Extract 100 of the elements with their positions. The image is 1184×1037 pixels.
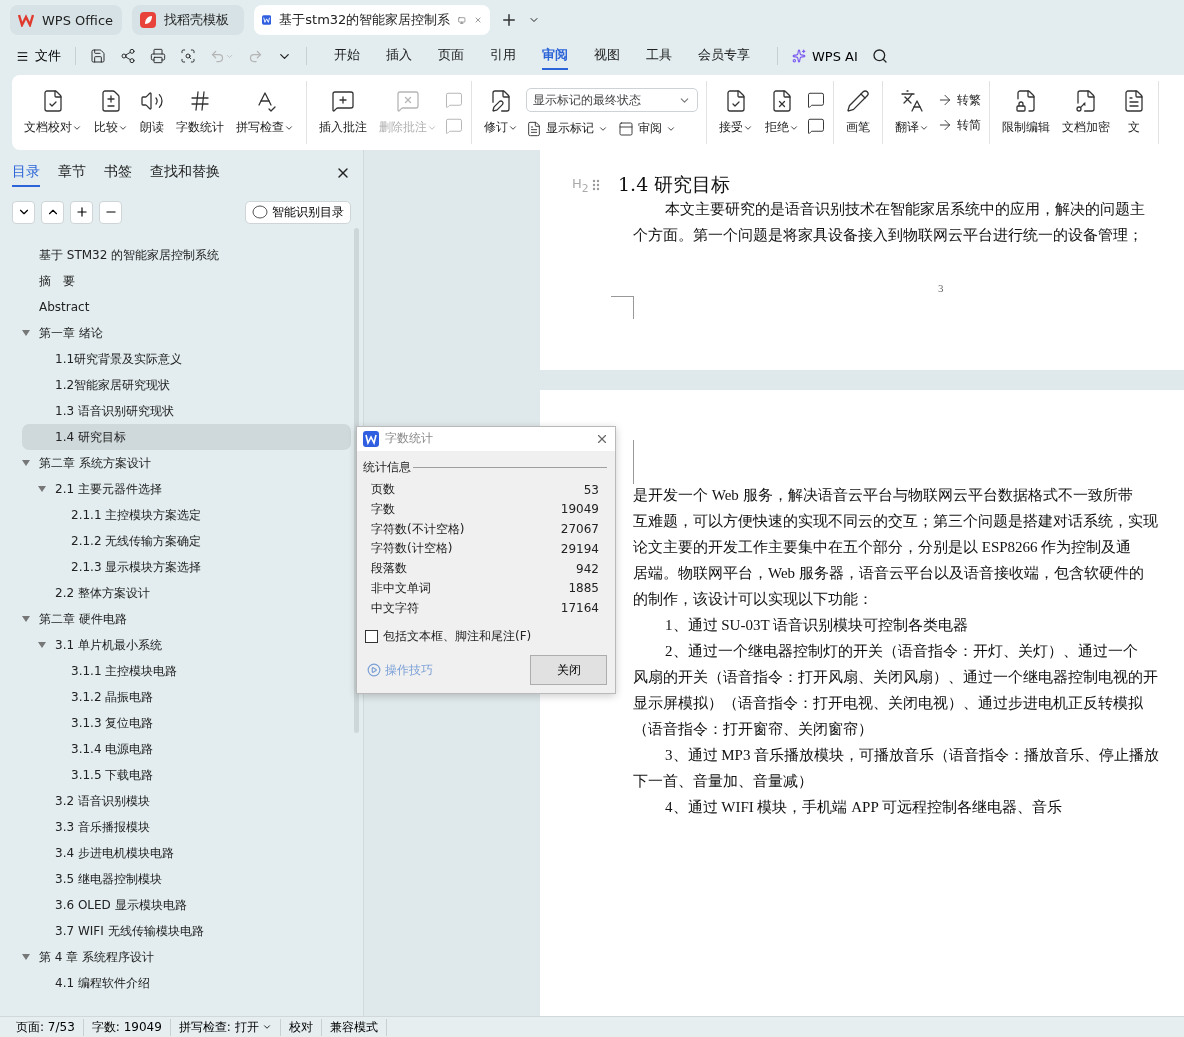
toc-item[interactable]: 3.7 WIFI 无线传输模块电路 bbox=[22, 918, 351, 944]
toc-item[interactable]: 2.1.2 无线传输方案确定 bbox=[22, 528, 351, 554]
ribbon-button[interactable]: 修订 bbox=[480, 87, 522, 138]
toc-item[interactable]: 2.1.1 主控模块方案选定 bbox=[22, 502, 351, 528]
status-item[interactable]: 字数: 19049 bbox=[83, 1018, 171, 1036]
markup-select[interactable]: 显示标记的最终状态 bbox=[526, 88, 698, 112]
toc-item[interactable]: 1.3 语音识别研究现状 bbox=[22, 398, 351, 424]
ribbon-button[interactable]: 文 bbox=[1118, 87, 1150, 138]
stat-label: 字符数(计空格) bbox=[371, 540, 453, 558]
toc-item[interactable]: 3.4 步进电机模块电路 bbox=[22, 840, 351, 866]
toc-item[interactable]: 基于 STM32 的智能家居控制系统 bbox=[22, 242, 351, 268]
ribbon-button[interactable]: 翻译 bbox=[891, 87, 933, 138]
comment-nav-button[interactable] bbox=[807, 116, 825, 135]
status-item[interactable]: 校对 bbox=[280, 1018, 322, 1036]
ribbon-button[interactable]: 接受 bbox=[715, 87, 757, 138]
smart-toc-button[interactable]: 智能识别目录 bbox=[245, 200, 351, 224]
ribbon-button[interactable]: 文档校对 bbox=[20, 87, 86, 138]
toc-item[interactable]: 2.1 主要元器件选择 bbox=[22, 476, 351, 502]
ribbon-button[interactable]: 朗读 bbox=[136, 87, 168, 138]
comment-icon bbox=[445, 116, 463, 135]
remove-level-button[interactable] bbox=[99, 200, 122, 224]
add-level-button[interactable] bbox=[70, 200, 93, 224]
paragraph-line: 风扇的开关（语音指令：打开风扇、关闭风扇）、通过一个继电器控制电视的开 bbox=[633, 668, 1158, 687]
toc-item[interactable]: 3.6 OLED 显示模块电路 bbox=[22, 892, 351, 918]
toc-item[interactable]: 1.2智能家居研究现状 bbox=[22, 372, 351, 398]
collapse-button[interactable] bbox=[12, 200, 35, 224]
toc-item[interactable]: 3.1 单片机最小系统 bbox=[22, 632, 351, 658]
file-menu[interactable]: 文件 bbox=[16, 47, 61, 65]
ribbon-tab[interactable]: 引用 bbox=[490, 42, 516, 70]
toc-item[interactable]: 第一章 绪论 bbox=[22, 320, 351, 346]
ribbon-button[interactable]: 字数统计 bbox=[172, 87, 228, 138]
toc-item[interactable]: 3.1.1 主控模块电路 bbox=[22, 658, 351, 684]
ai-button[interactable]: WPS AI bbox=[792, 48, 858, 64]
ribbon-tab[interactable]: 会员专享 bbox=[698, 42, 750, 70]
panel-tab[interactable]: 书签 bbox=[104, 159, 132, 187]
panel-tab[interactable]: 章节 bbox=[58, 159, 86, 187]
document-tab[interactable]: WPS Office bbox=[10, 5, 122, 35]
toc-item[interactable]: Abstract bbox=[22, 294, 351, 320]
search-icon[interactable] bbox=[871, 48, 888, 64]
ribbon-button[interactable]: 插入批注 bbox=[315, 87, 371, 138]
ribbon-button[interactable]: 限制编辑 bbox=[998, 87, 1054, 138]
comment-nav-button[interactable] bbox=[807, 90, 825, 109]
toc-item[interactable]: 第二章 系统方案设计 bbox=[22, 450, 351, 476]
checkbox[interactable] bbox=[365, 629, 378, 643]
ribbon-button[interactable]: 文档加密 bbox=[1058, 87, 1114, 138]
document-tab[interactable]: 找稻壳模板 bbox=[132, 5, 244, 35]
ribbon-button[interactable]: 画笔 bbox=[842, 87, 874, 138]
comment-x-icon bbox=[396, 89, 420, 113]
ribbon-tab[interactable]: 审阅 bbox=[542, 42, 568, 70]
status-item[interactable]: 拼写检查: 打开 bbox=[170, 1018, 281, 1036]
toc-item[interactable]: 3.3 音乐播报模块 bbox=[22, 814, 351, 840]
ribbon-button[interactable]: 比较 bbox=[90, 87, 132, 138]
ribbon-tab[interactable]: 视图 bbox=[594, 42, 620, 70]
panel-tab[interactable]: 查找和替换 bbox=[150, 159, 220, 187]
ribbon-tab[interactable]: 页面 bbox=[438, 42, 464, 70]
toc-item[interactable]: 4.1 编程软件介绍 bbox=[22, 970, 351, 996]
expand-triangle-icon[interactable] bbox=[38, 641, 46, 649]
toc-item[interactable]: 1.4 研究目标 bbox=[22, 424, 351, 450]
status-item[interactable]: 页面: 7/53 bbox=[8, 1018, 84, 1036]
stat-value: 53 bbox=[583, 482, 599, 497]
share-icon[interactable] bbox=[120, 48, 136, 64]
expand-triangle-icon[interactable] bbox=[38, 485, 46, 493]
close-button[interactable]: 关闭 bbox=[530, 655, 607, 685]
toc-item[interactable]: 3.1.2 晶振电路 bbox=[22, 684, 351, 710]
paragraph-line: 是开发一个 Web 服务，解决语音云平台与物联网云平台数据格式不一致所带 bbox=[633, 486, 1133, 505]
ribbon-button[interactable]: 转简 bbox=[937, 116, 981, 134]
ribbon-tab[interactable]: 工具 bbox=[646, 42, 672, 70]
toc-item[interactable]: 3.5 继电器控制模块 bbox=[22, 866, 351, 892]
ribbon-button[interactable]: 拒绝 bbox=[761, 87, 803, 138]
toc-item[interactable]: 3.1.5 下载电路 bbox=[22, 762, 351, 788]
document-check-icon bbox=[724, 89, 748, 113]
toc-item[interactable]: 2.1.3 显示模块方案选择 bbox=[22, 554, 351, 580]
ribbon-button[interactable]: 显示标记 bbox=[526, 120, 608, 137]
expand-triangle-icon[interactable] bbox=[22, 459, 30, 467]
print-icon[interactable] bbox=[150, 48, 166, 64]
toc-item[interactable]: 3.1.4 电源电路 bbox=[22, 736, 351, 762]
expand-button[interactable] bbox=[41, 200, 64, 224]
ribbon-button[interactable]: 拼写检查 bbox=[232, 87, 298, 138]
print-preview-icon[interactable] bbox=[180, 48, 196, 64]
toc-item[interactable]: 第二章 硬件电路 bbox=[22, 606, 351, 632]
expand-triangle-icon[interactable] bbox=[22, 329, 30, 337]
ribbon-button[interactable]: 转繁 bbox=[937, 91, 981, 109]
document-tab[interactable]: 基于stm32的智能家居控制系 bbox=[254, 5, 490, 35]
toc-item[interactable]: 2.2 整体方案设计 bbox=[22, 580, 351, 606]
drag-handle-icon[interactable] bbox=[592, 179, 600, 191]
ribbon-button[interactable]: 审阅 bbox=[618, 120, 676, 137]
toc-item[interactable]: 第 4 章 系统程序设计 bbox=[22, 944, 351, 970]
toc-item[interactable]: 3.1.3 复位电路 bbox=[22, 710, 351, 736]
expand-triangle-icon[interactable] bbox=[22, 615, 30, 623]
ribbon-tab[interactable]: 开始 bbox=[334, 42, 360, 70]
status-item[interactable]: 兼容模式 bbox=[321, 1018, 387, 1036]
ribbon-tab[interactable]: 插入 bbox=[386, 42, 412, 70]
toc-item[interactable]: 1.1研究背景及实际意义 bbox=[22, 346, 351, 372]
paragraph-line: 个方面。第一个问题是将家具设备接入到物联网云平台进行统一的设备管理； bbox=[633, 226, 1143, 245]
toc-item[interactable]: 3.2 语音识别模块 bbox=[22, 788, 351, 814]
panel-tab[interactable]: 目录 bbox=[12, 159, 40, 187]
expand-triangle-icon[interactable] bbox=[22, 953, 30, 961]
save-icon[interactable] bbox=[90, 48, 106, 64]
toc-item[interactable]: 摘 要 bbox=[22, 268, 351, 294]
new-tab-button[interactable] bbox=[500, 11, 518, 29]
